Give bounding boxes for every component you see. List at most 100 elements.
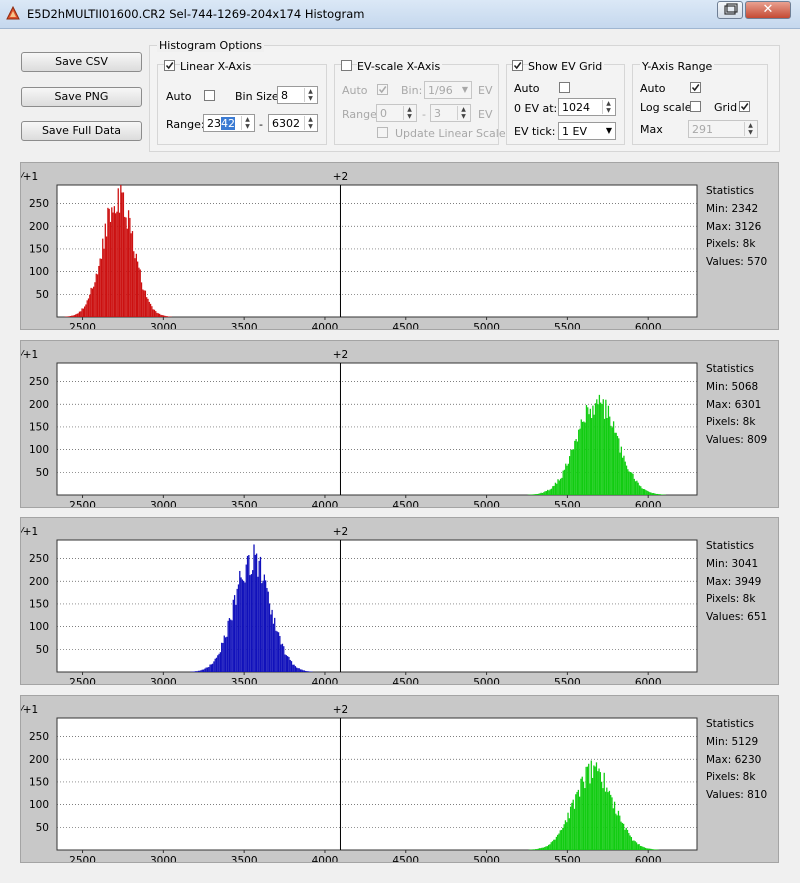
ev-range-min-stepper[interactable]: 0 ▲ ▼: [376, 104, 417, 122]
histogram-bar: [594, 766, 596, 850]
histogram-bar: [223, 635, 225, 672]
histogram-bar: [582, 781, 585, 850]
x-tick-label: 6000: [635, 322, 662, 329]
histogram-bar: [302, 670, 304, 672]
histogram-bar: [586, 766, 589, 850]
log-scale-checkbox[interactable]: [690, 101, 701, 112]
spin-down-icon[interactable]: ▼: [404, 113, 415, 120]
histogram-bar: [214, 658, 216, 672]
histogram-bar: [607, 405, 610, 495]
histogram-chart-red: 50 100 150 200 250 2500 3000 3500 4000 4500 5000 55…: [21, 171, 698, 329]
histogram-bar: [559, 830, 561, 850]
histogram-bar: [148, 301, 150, 317]
histogram-bar: [634, 481, 637, 495]
histogram-bar: [618, 438, 620, 495]
histogram-bar: [617, 810, 620, 850]
show-ev-grid-checkbox[interactable]: [512, 60, 523, 71]
spin-up-icon[interactable]: ▲: [305, 116, 316, 123]
histogram-bar: [572, 449, 575, 495]
histogram-bar: [118, 212, 121, 317]
histogram-bar: [117, 188, 119, 317]
range-max-stepper[interactable]: 6302 ▲ ▼: [268, 114, 318, 132]
spin-up-icon[interactable]: ▲: [242, 116, 253, 123]
histogram-bar: [294, 666, 297, 672]
stats-min: Min: 3041: [706, 557, 759, 570]
histogram-bar: [637, 482, 639, 495]
spin-up-icon[interactable]: ▲: [603, 100, 614, 107]
spin-down-icon[interactable]: ▼: [305, 123, 316, 130]
histogram-bar: [537, 493, 540, 495]
histogram-bar: [605, 399, 607, 495]
ev-auto-checkbox[interactable]: [377, 84, 388, 95]
x-tick-label: 2500: [69, 677, 96, 684]
ev-range-max-stepper[interactable]: 3 ▲ ▼: [430, 104, 471, 122]
zero-ev-stepper[interactable]: 1024 ▲ ▼: [558, 98, 616, 116]
ev-grid-auto-checkbox[interactable]: [559, 82, 570, 93]
histogram-bar: [606, 417, 608, 495]
histogram-bar: [563, 824, 565, 850]
update-linear-scale-checkbox[interactable]: [377, 127, 388, 138]
restore-button[interactable]: [717, 1, 743, 19]
histogram-bar: [226, 636, 228, 672]
save-png-button[interactable]: Save PNG: [21, 87, 142, 107]
ev-marker-label: +2: [333, 349, 348, 361]
ev-scale-checkbox[interactable]: [341, 60, 352, 71]
histogram-bar: [574, 440, 576, 495]
y-auto-checkbox[interactable]: [690, 82, 701, 93]
histogram-bar: [299, 669, 302, 672]
histogram-bar: [143, 290, 145, 317]
spin-down-icon[interactable]: ▼: [603, 107, 614, 114]
spin-up-icon[interactable]: ▲: [745, 122, 756, 129]
spin-up-icon[interactable]: ▲: [404, 106, 415, 113]
histogram-bar: [648, 848, 651, 850]
histogram-bar: [144, 290, 147, 317]
histogram-bar: [534, 494, 536, 495]
histogram-bar: [603, 772, 605, 850]
histogram-bar: [632, 840, 634, 850]
histogram-bar: [572, 799, 574, 850]
spin-down-icon[interactable]: ▼: [305, 95, 316, 102]
range-min-stepper[interactable]: 2342 ▲ ▼: [203, 114, 255, 132]
histogram-bar: [579, 796, 581, 850]
histogram-bar: [580, 419, 582, 495]
histogram-bar: [125, 217, 127, 317]
spin-down-icon[interactable]: ▼: [745, 129, 756, 136]
linear-x-axis-checkbox[interactable]: [164, 60, 175, 71]
histogram-bar: [628, 471, 630, 495]
linear-auto-checkbox[interactable]: [204, 90, 215, 101]
linear-x-axis-label: Linear X-Axis: [180, 60, 254, 73]
spin-up-icon[interactable]: ▲: [458, 106, 469, 113]
x-tick-label: 3500: [231, 677, 258, 684]
histogram-bar: [69, 316, 72, 317]
histogram-bar: [562, 470, 564, 495]
histogram-bar: [628, 833, 630, 850]
ev-bin-unit: EV: [478, 84, 493, 97]
stats-max: Max: 3126: [706, 220, 762, 233]
histogram-bar: [640, 486, 642, 495]
spin-down-icon[interactable]: ▼: [242, 123, 253, 130]
save-full-data-button[interactable]: Save Full Data: [21, 121, 142, 141]
save-csv-button[interactable]: Save CSV: [21, 52, 142, 72]
close-button[interactable]: ✕: [745, 1, 791, 19]
ev-bin-dropdown[interactable]: 1/96 ▼: [424, 81, 472, 99]
bin-size-stepper[interactable]: 8 ▲ ▼: [277, 86, 318, 104]
spin-down-icon[interactable]: ▼: [458, 113, 469, 120]
histogram-bar: [111, 207, 113, 317]
histogram-bar: [228, 618, 231, 672]
ev-marker-label: ⁄+1: [21, 171, 38, 183]
statistics-green-2: Statistics Min: 5129 Max: 6230 Pixels: 8…: [706, 716, 767, 805]
histogram-bar: [241, 579, 244, 672]
stats-max: Max: 6301: [706, 398, 762, 411]
histogram-bar: [90, 287, 92, 317]
histogram-bar: [655, 493, 657, 495]
histogram-bar: [585, 766, 587, 850]
histogram-bar: [262, 580, 264, 672]
histogram-bar: [94, 282, 96, 317]
histogram-bar: [201, 669, 203, 672]
spin-up-icon[interactable]: ▲: [305, 88, 316, 95]
histogram-bar: [213, 661, 215, 672]
ev-tick-dropdown[interactable]: 1 EV ▼: [558, 122, 616, 140]
histogram-bar: [588, 763, 590, 850]
y-grid-checkbox[interactable]: [739, 101, 750, 112]
y-max-stepper[interactable]: 291 ▲ ▼: [688, 120, 758, 138]
